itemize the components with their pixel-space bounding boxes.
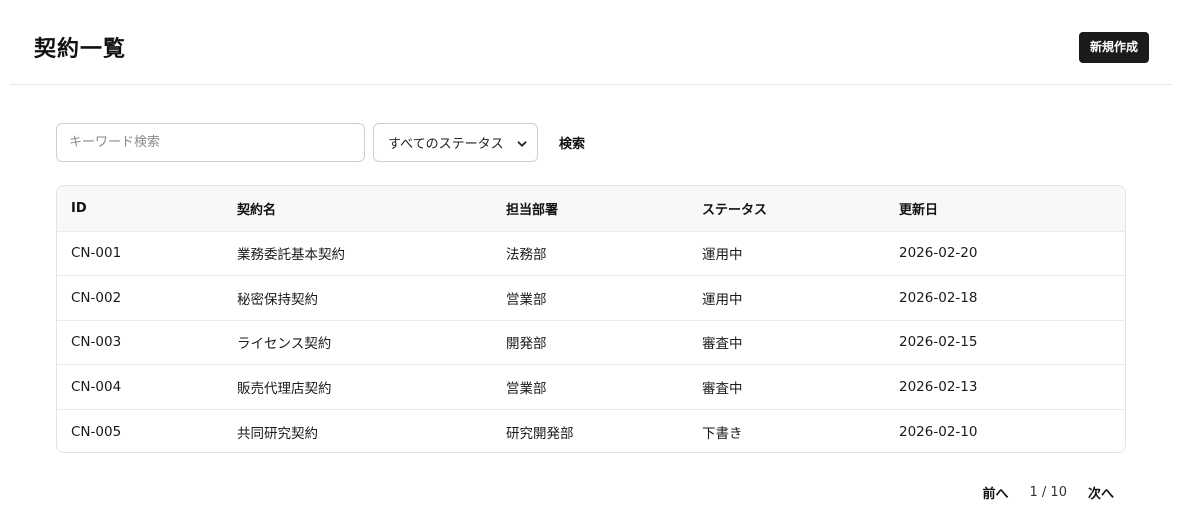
- chevron-down-icon: [517, 138, 527, 148]
- cell-updated: 2026-02-10: [899, 423, 978, 440]
- cell-status: 運用中: [702, 247, 743, 264]
- keyword-search-input[interactable]: [56, 123, 365, 162]
- cell-dept: 開発部: [506, 336, 547, 353]
- table-row[interactable]: CN-004 販売代理店契約 営業部 審査中 2026-02-13: [57, 364, 1125, 410]
- cell-updated: 2026-02-15: [899, 334, 978, 351]
- cell-dept: 法務部: [506, 247, 547, 264]
- cell-name: ライセンス契約: [237, 336, 332, 353]
- table-row[interactable]: CN-003 ライセンス契約 開発部 審査中 2026-02-15: [57, 320, 1125, 365]
- new-contract-button[interactable]: 新規作成: [1078, 32, 1149, 63]
- prev-page-button[interactable]: 前へ: [983, 483, 1009, 502]
- cell-status: 運用中: [702, 291, 743, 308]
- table-row[interactable]: CN-002 秘密保持契約 営業部 運用中 2026-02-18: [57, 275, 1125, 321]
- cell-updated: 2026-02-18: [899, 289, 978, 306]
- cell-status: 審査中: [702, 380, 743, 397]
- cell-name: 販売代理店契約: [237, 380, 332, 397]
- table-header-row: ID 契約名 担当部署 ステータス 更新日: [57, 186, 1125, 231]
- cell-status: 下書き: [702, 425, 743, 442]
- column-header-updated[interactable]: 更新日: [885, 186, 1125, 231]
- column-header-name[interactable]: 契約名: [223, 186, 492, 231]
- table-row[interactable]: CN-005 共同研究契約 研究開発部 下書き 2026-02-10: [57, 409, 1125, 452]
- cell-name: 業務委託基本契約: [237, 247, 345, 264]
- cell-id: CN-002: [71, 289, 122, 306]
- page-indicator: 1 / 10: [1029, 484, 1067, 500]
- cell-dept: 営業部: [506, 380, 547, 397]
- page-title: 契約一覧: [34, 37, 127, 62]
- next-page-button[interactable]: 次へ: [1088, 483, 1114, 502]
- column-header-status[interactable]: ステータス: [688, 186, 885, 231]
- table-row[interactable]: CN-001 業務委託基本契約 法務部 運用中 2026-02-20: [57, 231, 1125, 276]
- cell-id: CN-003: [71, 334, 122, 351]
- cell-id: CN-001: [71, 245, 122, 262]
- contracts-table: ID 契約名 担当部署 ステータス 更新日 CN-001 業務委託基本契約 法務…: [56, 185, 1126, 453]
- status-filter-select[interactable]: すべてのステータス: [373, 123, 538, 162]
- status-filter-value: すべてのステータス: [388, 137, 504, 152]
- page-header: 契約一覧 新規作成: [10, 0, 1172, 85]
- cell-dept: 研究開発部: [506, 425, 574, 442]
- cell-updated: 2026-02-20: [899, 245, 978, 262]
- column-header-dept[interactable]: 担当部署: [492, 186, 688, 231]
- cell-dept: 営業部: [506, 291, 547, 308]
- column-header-id[interactable]: ID: [57, 186, 223, 231]
- search-button[interactable]: 検索: [552, 123, 592, 162]
- cell-id: CN-004: [71, 378, 122, 395]
- cell-name: 共同研究契約: [237, 425, 318, 442]
- cell-status: 審査中: [702, 336, 743, 353]
- pagination: 前へ 1 / 10 次へ: [983, 482, 1115, 502]
- cell-updated: 2026-02-13: [899, 378, 978, 395]
- cell-name: 秘密保持契約: [237, 291, 318, 308]
- cell-id: CN-005: [71, 423, 122, 440]
